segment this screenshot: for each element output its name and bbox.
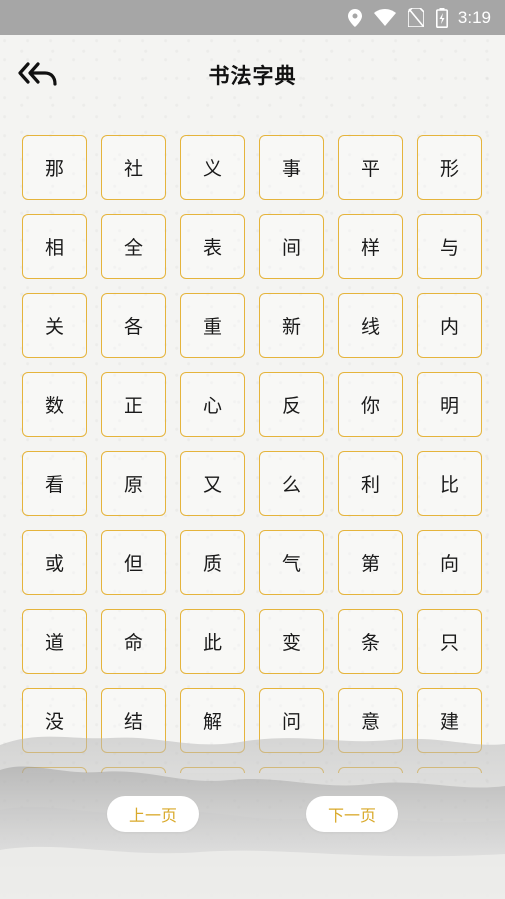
character-cell[interactable]: 向 (417, 530, 482, 595)
character-cell[interactable]: 表 (180, 214, 245, 279)
character-cell[interactable]: 道 (22, 609, 87, 674)
character-cell[interactable]: 或 (22, 530, 87, 595)
character-cell[interactable]: 相 (22, 214, 87, 279)
character-cell[interactable]: 与 (417, 214, 482, 279)
character-cell[interactable]: 新 (259, 293, 324, 358)
character-cell[interactable]: 各 (101, 293, 166, 358)
wifi-icon (373, 9, 396, 26)
character-cell[interactable]: 但 (101, 530, 166, 595)
character-cell[interactable]: 社 (101, 135, 166, 200)
character-cell[interactable]: 关 (22, 293, 87, 358)
character-cell[interactable]: 第 (338, 530, 403, 595)
character-cell[interactable]: 原 (101, 451, 166, 516)
character-cell[interactable]: 线 (338, 293, 403, 358)
character-cell[interactable]: 正 (101, 372, 166, 437)
character-cell[interactable]: 条 (338, 609, 403, 674)
character-cell[interactable]: 只 (417, 609, 482, 674)
character-grid: 那社义事平形相全表间样与关各重新线内数正心反你明看原又么利比或但质气第向道命此变… (22, 135, 482, 773)
status-time: 3:19 (457, 7, 491, 27)
status-bar: 3:19 (0, 0, 505, 35)
character-cell[interactable]: 重 (180, 293, 245, 358)
character-cell[interactable]: 变 (259, 609, 324, 674)
character-cell[interactable]: 间 (259, 214, 324, 279)
character-cell[interactable]: 你 (338, 372, 403, 437)
character-cell[interactable]: 反 (259, 372, 324, 437)
character-grid-viewport[interactable]: 那社义事平形相全表间样与关各重新线内数正心反你明看原又么利比或但质气第向道命此变… (0, 135, 505, 773)
character-cell[interactable]: 数 (22, 372, 87, 437)
no-sim-icon (407, 8, 424, 27)
character-cell[interactable]: 形 (417, 135, 482, 200)
character-cell[interactable]: 利 (338, 451, 403, 516)
character-cell[interactable]: 明 (417, 372, 482, 437)
character-cell[interactable]: 样 (338, 214, 403, 279)
character-cell[interactable]: 比 (417, 451, 482, 516)
character-cell[interactable]: 此 (180, 609, 245, 674)
character-cell[interactable]: 看 (22, 451, 87, 516)
next-page-button[interactable]: 下一页 (306, 796, 398, 832)
battery-charging-icon (435, 7, 448, 28)
character-cell[interactable]: 事 (259, 135, 324, 200)
character-cell[interactable]: 命 (101, 609, 166, 674)
character-cell[interactable]: 平 (338, 135, 403, 200)
location-icon (347, 8, 362, 27)
mountain-landscape-decoration (0, 736, 505, 899)
character-cell[interactable]: 又 (180, 451, 245, 516)
character-cell[interactable]: 那 (22, 135, 87, 200)
character-cell[interactable]: 内 (417, 293, 482, 358)
character-cell[interactable]: 质 (180, 530, 245, 595)
prev-page-button[interactable]: 上一页 (107, 796, 199, 832)
character-cell[interactable]: 气 (259, 530, 324, 595)
app-header: 书法字典 (0, 50, 505, 100)
character-cell[interactable]: 义 (180, 135, 245, 200)
page-title: 书法字典 (208, 64, 297, 88)
character-cell[interactable]: 么 (259, 451, 324, 516)
character-cell[interactable]: 全 (101, 214, 166, 279)
character-cell[interactable]: 心 (180, 372, 245, 437)
